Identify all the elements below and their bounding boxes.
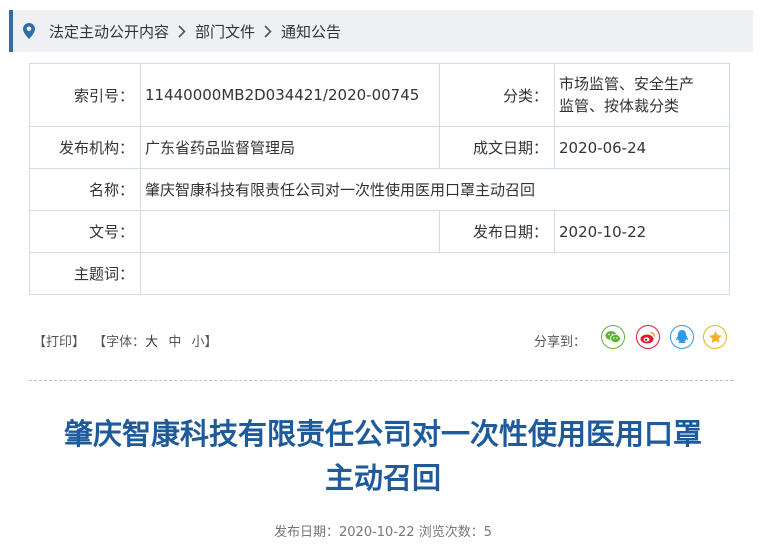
- name-value: 肇庆智康科技有限责任公司对一次性使用医用口罩主动召回: [140, 168, 730, 211]
- wechat-icon: [605, 331, 621, 343]
- published-date-value: 2020-10-22: [554, 210, 730, 253]
- font-small-button[interactable]: 小: [191, 335, 204, 350]
- article-title: 肇庆智康科技有限责任公司对一次性使用医用口罩 主动召回: [20, 412, 746, 500]
- breadcrumb-item-notices[interactable]: 通知公告: [281, 21, 341, 42]
- published-date-label: 发布日期：: [439, 210, 555, 253]
- breadcrumb-item-public-content[interactable]: 法定主动公开内容: [49, 21, 169, 42]
- article-title-line1: 肇庆智康科技有限责任公司对一次性使用医用口罩: [63, 417, 702, 451]
- chevron-right-icon: [264, 24, 272, 38]
- qzone-icon: [708, 330, 722, 343]
- font-size-prefix: 【字体：: [93, 335, 146, 350]
- index-label: 索引号：: [29, 63, 141, 127]
- weibo-share-button[interactable]: [636, 325, 660, 349]
- font-medium-button[interactable]: 中: [168, 335, 181, 350]
- info-row: 文号： 发布日期： 2020-10-22: [29, 210, 730, 253]
- doc-number-label: 文号：: [29, 210, 141, 253]
- category-value-line2: 监管、按体裁分类: [559, 97, 680, 115]
- category-label: 分类：: [439, 63, 555, 127]
- doc-number-value: [140, 210, 440, 253]
- subject-label: 主题词：: [29, 252, 141, 295]
- category-value: 市场监管、安全生产 监管、按体裁分类: [554, 63, 730, 127]
- info-row: 索引号： 11440000MB2D034421/2020-00745 分类： 市…: [29, 63, 730, 127]
- publisher-label: 发布机构：: [29, 126, 141, 169]
- breadcrumb: 法定主动公开内容 部门文件 通知公告: [9, 10, 753, 52]
- font-size-suffix: 】: [204, 335, 218, 350]
- print-button[interactable]: 【打印】: [33, 335, 85, 350]
- category-value-line1: 市场监管、安全生产: [559, 75, 695, 93]
- info-row: 发布机构： 广东省药品监督管理局 成文日期： 2020-06-24: [29, 126, 730, 169]
- qzone-share-button[interactable]: [703, 325, 727, 349]
- font-large-button[interactable]: 大: [145, 335, 158, 350]
- name-label: 名称：: [29, 168, 141, 211]
- qq-icon: [676, 330, 688, 344]
- created-date-value: 2020-06-24: [554, 126, 730, 169]
- info-row: 主题词：: [29, 252, 730, 295]
- info-row: 名称： 肇庆智康科技有限责任公司对一次性使用医用口罩主动召回: [29, 168, 730, 211]
- article-title-line2: 主动召回: [324, 461, 441, 495]
- article-tools: 【打印】 【字体：大 中 小】: [33, 331, 218, 350]
- share-label: 分享到：: [534, 335, 587, 350]
- created-date-label: 成文日期：: [439, 126, 555, 169]
- wechat-share-button[interactable]: [601, 325, 625, 349]
- qq-share-button[interactable]: [670, 325, 694, 349]
- document-info-table: 索引号： 11440000MB2D034421/2020-00745 分类： 市…: [29, 63, 730, 295]
- subject-value: [140, 252, 730, 295]
- location-pin-icon: [23, 23, 49, 39]
- divider: [29, 380, 733, 381]
- weibo-icon: [640, 331, 656, 344]
- publisher-value: 广东省药品监督管理局: [140, 126, 440, 169]
- chevron-right-icon: [178, 24, 186, 38]
- article-meta: 发布日期：2020-10-22 浏览次数：5: [274, 525, 492, 540]
- index-value: 11440000MB2D034421/2020-00745: [140, 63, 440, 127]
- breadcrumb-item-department-files[interactable]: 部门文件: [195, 21, 255, 42]
